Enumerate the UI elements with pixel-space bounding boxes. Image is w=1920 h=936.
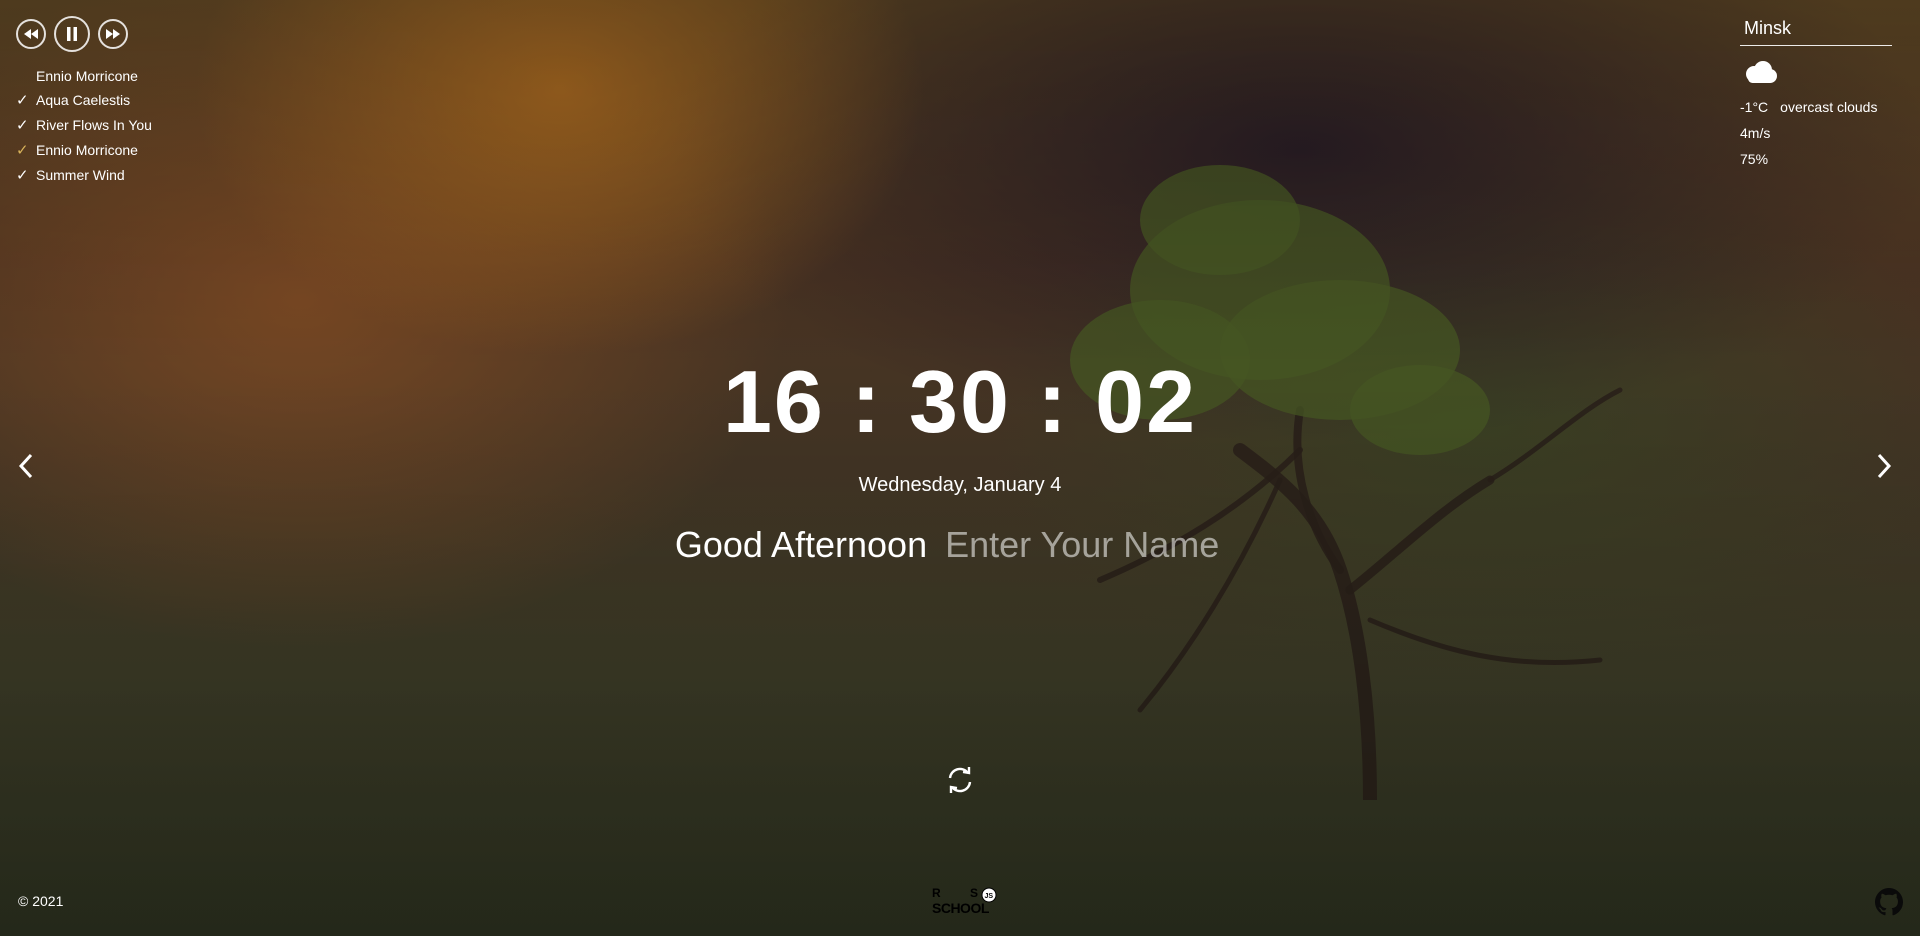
playlist-item-title: Ennio Morricone — [36, 142, 138, 158]
playlist-item-title: Aqua Caelestis — [36, 92, 131, 108]
playlist-item-active[interactable]: ✓ Ennio Morricone — [16, 138, 152, 163]
rs-school-logo-link[interactable]: R S JS SCHOOL — [930, 884, 1010, 923]
github-link[interactable] — [1875, 888, 1903, 921]
play-next-icon — [106, 29, 120, 39]
playlist-item[interactable]: ✓ Aqua Caelestis — [16, 88, 152, 113]
audio-player: Ennio Morricone ✓ Aqua Caelestis ✓ River… — [16, 16, 152, 188]
playlist-item[interactable]: ✓ River Flows In You — [16, 113, 152, 138]
humidity: 75% — [1740, 151, 1769, 167]
pause-button[interactable] — [54, 16, 90, 52]
refresh-icon — [948, 767, 972, 793]
wind-speed: 4m/s — [1740, 125, 1771, 141]
check-icon: ✓ — [16, 142, 29, 159]
change-quote-button[interactable] — [944, 764, 976, 801]
clock-time: 16 : 30 : 02 — [722, 352, 1198, 451]
weather-description: overcast clouds — [1780, 99, 1878, 115]
clock-date: Wednesday, January 4 — [858, 474, 1062, 496]
github-icon — [1875, 888, 1903, 916]
svg-text:JS: JS — [985, 893, 994, 900]
copyright-text: © 2021 — [18, 893, 64, 909]
svg-text:R: R — [932, 886, 941, 900]
play-prev-button[interactable] — [16, 19, 46, 49]
now-playing-title: Ennio Morricone — [36, 68, 138, 84]
playlist: ✓ Aqua Caelestis ✓ River Flows In You ✓ … — [16, 88, 152, 188]
playlist-item-title: River Flows In You — [36, 117, 152, 133]
svg-text:SCHOOL: SCHOOL — [932, 900, 990, 916]
weather-summary: -1°C overcast clouds — [1740, 99, 1892, 115]
playlist-item-title: Summer Wind — [36, 167, 125, 183]
playlist-item[interactable]: ✓ Summer Wind — [16, 163, 152, 188]
player-controls — [16, 16, 152, 52]
check-icon: ✓ — [16, 117, 29, 134]
svg-text:S: S — [970, 886, 978, 900]
check-icon: ✓ — [16, 92, 29, 109]
rs-school-logo: R S JS SCHOOL — [932, 886, 997, 916]
pause-icon — [67, 27, 77, 41]
greeting-text: Good Afternoon — [674, 524, 928, 565]
name-input[interactable] — [945, 524, 1246, 566]
overcast-clouds-icon — [1746, 61, 1777, 83]
play-next-button[interactable] — [98, 19, 128, 49]
greeting-container: Good Afternoon — [0, 524, 1920, 566]
weather-icon-wrap — [1742, 60, 1892, 89]
temperature: -1°C — [1740, 99, 1769, 115]
weather-widget: -1°C overcast clouds 4m/s 75% — [1740, 16, 1892, 167]
check-icon: ✓ — [16, 167, 29, 184]
city-input[interactable] — [1740, 16, 1892, 46]
play-prev-icon — [24, 29, 38, 39]
